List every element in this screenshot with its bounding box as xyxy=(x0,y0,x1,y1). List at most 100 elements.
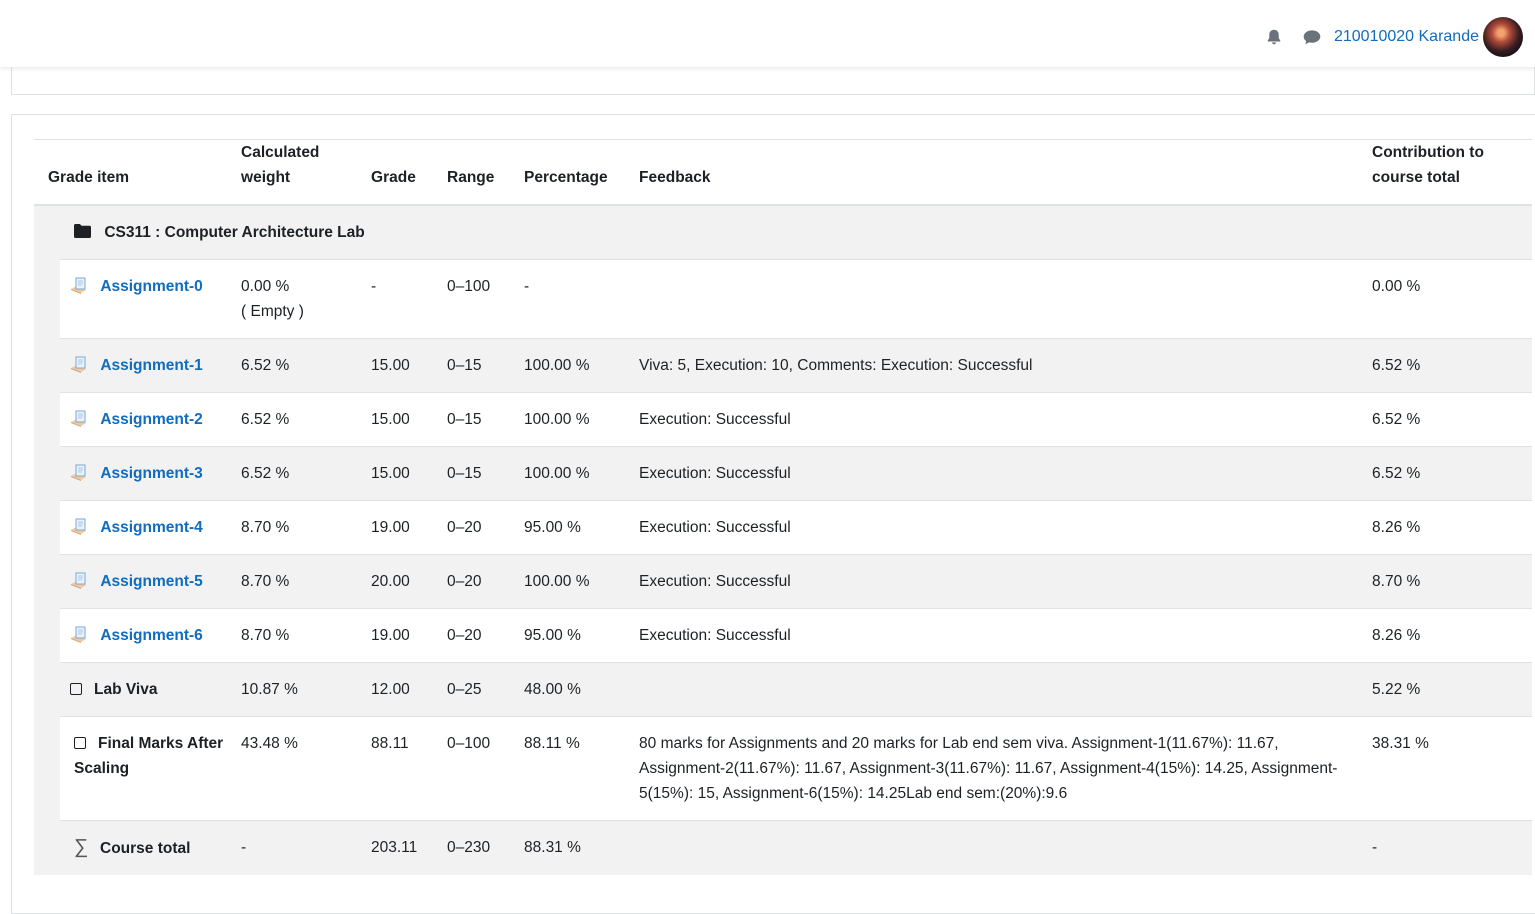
range-value: 0–20 xyxy=(437,554,515,609)
table-header-row: Grade item Calculated weight Grade Range… xyxy=(34,139,1533,206)
header-percentage: Percentage xyxy=(514,139,630,206)
assignment-icon xyxy=(71,410,86,427)
percentage-value: 100.00 % xyxy=(514,554,630,609)
table-row: Assignment-1 6.52 % 15.00 0–15 100.00 % … xyxy=(34,338,1533,393)
header-calculated-weight: Calculated weight xyxy=(231,139,362,206)
table-row: Assignment-3 6.52 % 15.00 0–15 100.00 % … xyxy=(34,446,1533,501)
weight-value: 8.70 % xyxy=(231,500,362,555)
table-row: Assignment-0 0.00 % ( Empty ) - 0–100 - 0… xyxy=(34,259,1533,339)
course-total-label: Course total xyxy=(100,840,191,857)
percentage-value: - xyxy=(514,259,630,339)
range-value: 0–100 xyxy=(437,259,515,339)
grade-value: 12.00 xyxy=(361,662,438,717)
category-row: CS311 : Computer Architecture Lab xyxy=(34,205,1533,260)
user-name-link[interactable]: 210010020 Karande xyxy=(1334,28,1479,46)
contribution-value: - xyxy=(1362,820,1533,875)
percentage-value: 100.00 % xyxy=(514,446,630,501)
table-row: Assignment-6 8.70 % 19.00 0–20 95.00 % E… xyxy=(34,608,1533,663)
chat-icon[interactable] xyxy=(1302,27,1322,47)
grade-item-link[interactable]: Assignment-4 xyxy=(100,519,203,536)
weight-value: 6.52 % xyxy=(231,392,362,447)
feedback-text: 80 marks for Assignments and 20 marks fo… xyxy=(629,716,1363,821)
header-grade: Grade xyxy=(361,139,438,206)
contribution-value: 5.22 % xyxy=(1362,662,1533,717)
table-row: Lab Viva 10.87 % 12.00 0–25 48.00 % 5.22… xyxy=(34,662,1533,717)
feedback-text: Execution: Successful xyxy=(629,500,1363,555)
header-range: Range xyxy=(437,139,515,206)
grade-item-link[interactable]: Assignment-6 xyxy=(100,627,203,644)
avatar[interactable] xyxy=(1483,17,1523,57)
grade-item-link[interactable]: Assignment-5 xyxy=(100,573,203,590)
contribution-value: 6.52 % xyxy=(1362,338,1533,393)
grade-item-link[interactable]: Assignment-2 xyxy=(100,411,203,428)
weight-value: 6.52 % xyxy=(231,446,362,501)
range-value: 0–15 xyxy=(437,338,515,393)
assignment-icon xyxy=(71,277,86,294)
grade-value: 20.00 xyxy=(361,554,438,609)
contribution-value: 38.31 % xyxy=(1362,716,1533,821)
feedback-text: Execution: Successful xyxy=(629,554,1363,609)
course-total-row: ∑ Course total - 203.11 0–230 88.31 % - xyxy=(34,820,1533,875)
grade-value: 19.00 xyxy=(361,608,438,663)
table-row: Assignment-5 8.70 % 20.00 0–20 100.00 % … xyxy=(34,554,1533,609)
feedback-text xyxy=(629,259,1363,339)
contribution-value: 6.52 % xyxy=(1362,392,1533,447)
grade-item-link[interactable]: Assignment-3 xyxy=(100,465,203,482)
percentage-value: 88.31 % xyxy=(514,820,630,875)
top-card xyxy=(11,67,1535,95)
grade-item-name: Final Marks After Scaling xyxy=(74,735,224,777)
weight-value: 10.87 % xyxy=(231,662,362,717)
contribution-value: 6.52 % xyxy=(1362,446,1533,501)
grade-item-link[interactable]: Assignment-1 xyxy=(100,357,203,374)
weight-value: - xyxy=(231,820,362,875)
manual-item-icon xyxy=(70,683,82,695)
header-contribution: Contribution to course total xyxy=(1362,139,1533,206)
range-value: 0–230 xyxy=(437,820,515,875)
grade-value: 15.00 xyxy=(361,446,438,501)
range-value: 0–100 xyxy=(437,716,515,821)
grade-value: 15.00 xyxy=(361,338,438,393)
percentage-value: 95.00 % xyxy=(514,500,630,555)
range-value: 0–15 xyxy=(437,446,515,501)
top-navbar: 210010020 Karande xyxy=(0,0,1535,67)
feedback-text xyxy=(629,662,1363,717)
weight-note: ( Empty ) xyxy=(241,303,304,320)
grade-item-link[interactable]: Assignment-0 xyxy=(100,278,203,295)
grade-value: - xyxy=(361,259,438,339)
percentage-value: 48.00 % xyxy=(514,662,630,717)
contribution-value: 8.26 % xyxy=(1362,500,1533,555)
range-value: 0–25 xyxy=(437,662,515,717)
user-grade-table: Grade item Calculated weight Grade Range… xyxy=(34,139,1533,875)
feedback-text: Execution: Successful xyxy=(629,446,1363,501)
feedback-text: Execution: Successful xyxy=(629,392,1363,447)
feedback-text: Execution: Successful xyxy=(629,608,1363,663)
grade-value: 203.11 xyxy=(361,820,438,875)
assignment-icon xyxy=(71,572,86,589)
table-row: Assignment-4 8.70 % 19.00 0–20 95.00 % E… xyxy=(34,500,1533,555)
table-row: Final Marks After Scaling 43.48 % 88.11 … xyxy=(34,716,1533,821)
range-value: 0–15 xyxy=(437,392,515,447)
weight-value: 0.00 % xyxy=(241,278,290,295)
grade-value: 15.00 xyxy=(361,392,438,447)
user-nav: 210010020 Karande xyxy=(1264,17,1523,57)
category-cell: CS311 : Computer Architecture Lab xyxy=(34,205,1533,260)
manual-item-icon xyxy=(74,737,86,749)
category-name: CS311 : Computer Architecture Lab xyxy=(104,224,365,241)
sigma-icon: ∑ xyxy=(74,836,89,858)
folder-icon xyxy=(74,224,91,238)
contribution-value: 0.00 % xyxy=(1362,259,1533,339)
assignment-icon xyxy=(71,518,86,535)
percentage-value: 100.00 % xyxy=(514,392,630,447)
feedback-text: Viva: 5, Execution: 10, Comments: Execut… xyxy=(629,338,1363,393)
grade-item-name: Lab Viva xyxy=(94,681,158,698)
assignment-icon xyxy=(71,464,86,481)
assignment-icon xyxy=(71,626,86,643)
bell-icon[interactable] xyxy=(1264,27,1284,47)
assignment-icon xyxy=(71,356,86,373)
contribution-value: 8.26 % xyxy=(1362,608,1533,663)
grade-value: 19.00 xyxy=(361,500,438,555)
percentage-value: 95.00 % xyxy=(514,608,630,663)
grade-value: 88.11 xyxy=(361,716,438,821)
weight-value: 6.52 % xyxy=(231,338,362,393)
weight-value: 43.48 % xyxy=(231,716,362,821)
